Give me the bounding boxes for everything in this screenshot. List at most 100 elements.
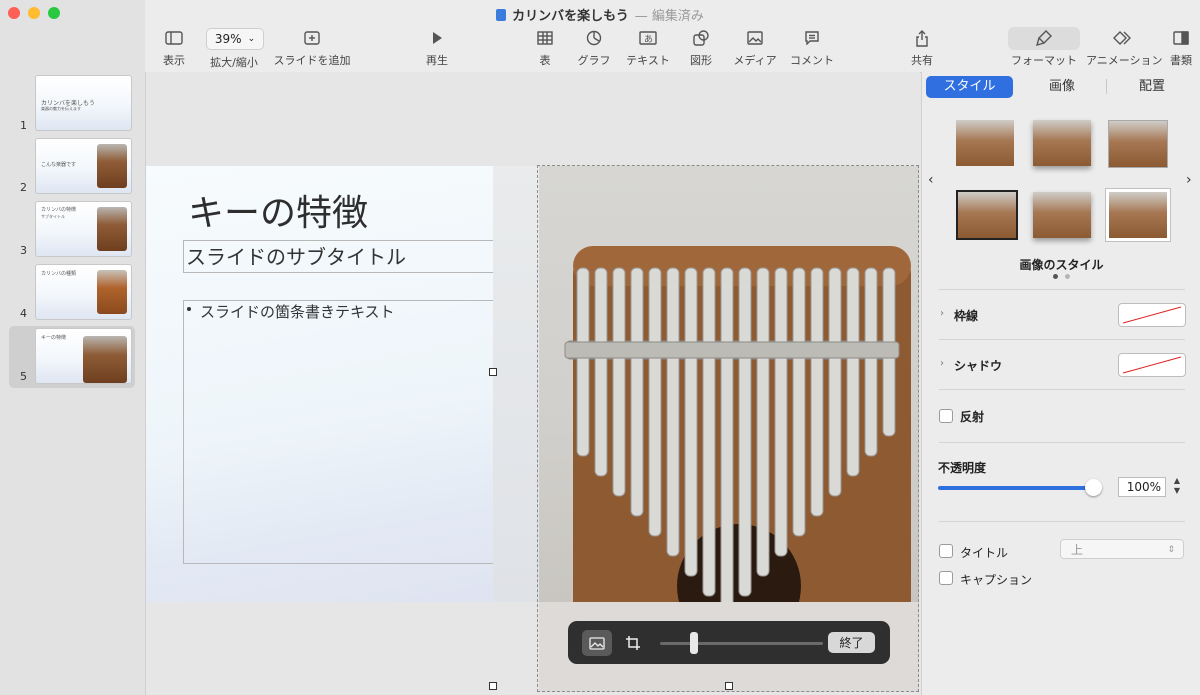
- add-slide-icon: [304, 31, 320, 45]
- title-position-popup[interactable]: 上 ⇕: [1060, 539, 1184, 559]
- photo-icon: [747, 31, 763, 45]
- divider: [939, 289, 1185, 290]
- slide-thumbnail-3[interactable]: カリンバの特徴 サブタイトル: [35, 201, 132, 257]
- zoom-label: 拡大/縮小: [210, 56, 258, 69]
- comment-label: コメント: [790, 54, 834, 67]
- opacity-slider-knob[interactable]: [1085, 479, 1102, 496]
- resize-handle[interactable]: [489, 368, 497, 376]
- caption-checkbox[interactable]: [939, 571, 953, 585]
- thumb-title: キーの特徴: [41, 335, 67, 341]
- page-dot-active[interactable]: [1053, 274, 1058, 279]
- shadow-label[interactable]: シャドウ: [954, 357, 1002, 374]
- opacity-label: 不透明度: [938, 461, 987, 475]
- shape-label: 図形: [690, 54, 712, 67]
- border-label[interactable]: 枠線: [954, 307, 978, 324]
- opacity-slider[interactable]: [938, 486, 1094, 490]
- document-label: 書類: [1170, 54, 1192, 67]
- slide-thumbnail-4[interactable]: カリンバの種類: [35, 264, 132, 320]
- thumb-photo: [97, 144, 127, 188]
- disclosure-chevron-icon[interactable]: ›: [940, 358, 944, 369]
- subtitle-textbox[interactable]: スライドのサブタイトル: [183, 240, 495, 273]
- body-textbox[interactable]: スライドの箇条書きテキスト: [183, 300, 495, 564]
- slide-bullet-text: スライドの箇条書きテキスト: [200, 303, 395, 321]
- tab-arrange[interactable]: 配置: [1112, 76, 1192, 98]
- zoom-popup[interactable]: 39% ⌄: [206, 28, 264, 50]
- image-style-3[interactable]: [1108, 120, 1168, 168]
- format-button[interactable]: フォーマット: [1010, 28, 1078, 68]
- tab-image[interactable]: 画像: [1022, 76, 1102, 98]
- slide-navigator: 1 カリンバを楽しもう 楽器の魅力を伝えます 2 こんな楽器です 3 カリンバの…: [0, 72, 146, 695]
- image-mask-bar: 終了: [568, 621, 890, 664]
- done-button[interactable]: 終了: [828, 632, 875, 653]
- image-style-5[interactable]: [1033, 192, 1091, 238]
- title-position-value: 上: [1071, 543, 1084, 557]
- view-label: 表示: [163, 54, 185, 67]
- divider: [939, 339, 1185, 340]
- play-button[interactable]: 再生: [422, 28, 452, 68]
- comment-icon: [805, 31, 819, 45]
- image-style-1[interactable]: [956, 120, 1014, 166]
- disclosure-chevron-icon[interactable]: ›: [940, 308, 944, 319]
- view-button[interactable]: 表示: [159, 28, 189, 68]
- toolbar: カリンバを楽しもう — 編集済み 表示 39% ⌄ 拡大/縮小 スライドを追加 再生…: [0, 0, 1200, 73]
- bullet-icon: [187, 307, 191, 311]
- animate-button[interactable]: アニメーション: [1086, 28, 1163, 68]
- svg-text:あ: あ: [644, 34, 653, 45]
- slide-subtitle: スライドのサブタイトル: [186, 245, 406, 269]
- animate-label: アニメーション: [1086, 54, 1163, 67]
- slide-title[interactable]: キーの特徴: [188, 184, 368, 236]
- slide[interactable]: キーの特徴 スライドのサブタイトル スライドの箇条書きテキスト: [146, 166, 539, 602]
- play-label: 再生: [426, 54, 448, 67]
- shadow-style-well[interactable]: [1118, 353, 1186, 377]
- add-slide-button[interactable]: スライドを追加: [272, 28, 352, 68]
- chevron-down-icon: ⌄: [247, 34, 256, 44]
- chevron-left-icon[interactable]: ‹: [928, 172, 934, 188]
- media-button[interactable]: メディア: [732, 28, 778, 68]
- zoom-value: 39%: [214, 32, 242, 46]
- slide-thumbnail-5[interactable]: キーの特徴: [35, 328, 132, 384]
- slide-thumbnail-2[interactable]: こんな楽器です: [35, 138, 132, 194]
- divider: [939, 389, 1185, 390]
- document-button[interactable]: 書類: [1166, 28, 1196, 68]
- mask-scale-knob[interactable]: [690, 632, 698, 654]
- keynote-doc-icon: [496, 9, 507, 21]
- reflection-label: 反射: [960, 410, 985, 424]
- chevron-right-icon[interactable]: ›: [1186, 172, 1192, 188]
- no-border-icon: [1122, 306, 1182, 324]
- opacity-input[interactable]: 100%: [1118, 477, 1166, 497]
- tab-divider: [1106, 79, 1107, 94]
- title-checkbox[interactable]: [939, 544, 953, 558]
- thumb-photo: [83, 336, 127, 383]
- reflection-checkbox[interactable]: [939, 409, 953, 423]
- mask-scale-slider[interactable]: [660, 642, 823, 645]
- opacity-stepper[interactable]: ▲ ▼: [1171, 476, 1183, 498]
- document-title: カリンバを楽しもう — 編集済み: [0, 5, 1200, 24]
- image-style-2[interactable]: [1033, 120, 1091, 166]
- resize-handle[interactable]: [489, 682, 497, 690]
- tab-style[interactable]: スタイル: [926, 76, 1013, 98]
- thumb-title: カリンバの特徴: [41, 207, 77, 213]
- share-icon: [916, 30, 928, 47]
- image-style-6[interactable]: [1106, 189, 1170, 241]
- mask-image-button[interactable]: [582, 630, 612, 656]
- slide-canvas[interactable]: キーの特徴 スライドのサブタイトル スライドの箇条書きテキスト 終了: [146, 72, 920, 695]
- thumb-subtitle: サブタイトル: [41, 214, 65, 219]
- border-style-well[interactable]: [1118, 303, 1186, 327]
- page-dot[interactable]: [1065, 274, 1070, 279]
- resize-handle[interactable]: [725, 682, 733, 690]
- chart-button[interactable]: グラフ: [576, 28, 612, 68]
- text-button[interactable]: あ テキスト: [624, 28, 672, 68]
- shape-button[interactable]: 図形: [686, 28, 716, 68]
- image-style-4[interactable]: [956, 190, 1018, 240]
- slide-thumbnail-1[interactable]: カリンバを楽しもう 楽器の魅力を伝えます: [35, 75, 132, 131]
- comment-button[interactable]: コメント: [789, 28, 835, 68]
- image-styles-label: 画像のスタイル: [1019, 258, 1104, 272]
- share-button[interactable]: 共有: [907, 28, 937, 68]
- crop-button[interactable]: [618, 630, 648, 656]
- table-button[interactable]: 表: [530, 28, 560, 68]
- media-label: メディア: [733, 54, 777, 67]
- thumb-title: こんな楽器です: [41, 162, 77, 168]
- crop-icon: [626, 636, 640, 650]
- chart-label: グラフ: [577, 54, 611, 67]
- updown-chevron-icon: ⇕: [1167, 545, 1175, 555]
